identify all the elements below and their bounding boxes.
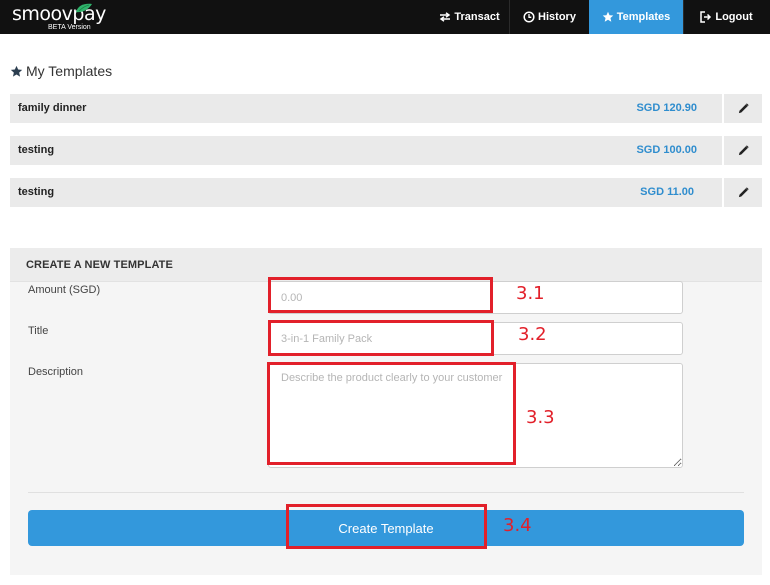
template-name: testing — [18, 186, 55, 198]
top-navbar: smoovpay BETA Version Transact History T… — [0, 0, 770, 34]
template-name: testing — [18, 144, 55, 156]
nav-transact-label: Transact — [454, 11, 500, 23]
title-label: Title — [28, 325, 49, 337]
nav-history[interactable]: History — [510, 0, 589, 34]
nav-templates-label: Templates — [616, 11, 671, 23]
clock-icon — [523, 11, 535, 23]
star-icon — [602, 11, 613, 22]
beta-version-label: BETA Version — [48, 24, 91, 31]
smoovpay-logo[interactable]: smoovpay BETA Version — [12, 3, 122, 33]
template-amount: SGD 100.00 — [636, 144, 697, 156]
nav-logout[interactable]: Logout — [683, 0, 770, 34]
amount-label: Amount (SGD) — [28, 284, 101, 296]
transfer-arrows-icon — [440, 12, 451, 22]
pencil-icon — [738, 145, 749, 156]
edit-template-button[interactable] — [722, 136, 762, 165]
annotation-label: 3.4 — [503, 515, 532, 536]
page-title: My Templates — [10, 62, 112, 80]
template-amount: SGD 11.00 — [640, 186, 694, 198]
nav-logout-label: Logout — [715, 11, 753, 23]
logout-icon — [700, 11, 712, 23]
template-row[interactable]: testing SGD 100.00 — [10, 136, 762, 165]
edit-template-button[interactable] — [722, 178, 762, 207]
template-row[interactable]: family dinner SGD 120.90 — [10, 94, 762, 123]
description-label: Description — [28, 366, 84, 378]
pencil-icon — [738, 187, 749, 198]
annotation-label: 3.3 — [526, 407, 555, 428]
annotation-box — [267, 362, 516, 465]
nav-transact[interactable]: Transact — [430, 0, 509, 34]
nav-history-label: History — [538, 11, 576, 23]
nav-templates[interactable]: Templates — [589, 0, 683, 34]
form-divider — [28, 492, 744, 493]
template-amount: SGD 120.90 — [636, 102, 697, 114]
annotation-box — [286, 504, 487, 549]
panel-title: CREATE A NEW TEMPLATE — [26, 259, 173, 271]
template-name: family dinner — [18, 102, 87, 114]
annotation-label: 3.1 — [516, 283, 545, 304]
pencil-icon — [738, 103, 749, 114]
template-row[interactable]: testing SGD 11.00 — [10, 178, 762, 207]
annotation-label: 3.2 — [518, 324, 547, 345]
leaf-icon — [76, 3, 92, 13]
edit-template-button[interactable] — [722, 94, 762, 123]
annotation-box — [268, 320, 494, 356]
page-title-text: My Templates — [26, 63, 113, 79]
star-icon — [10, 65, 23, 77]
annotation-box — [268, 277, 493, 313]
